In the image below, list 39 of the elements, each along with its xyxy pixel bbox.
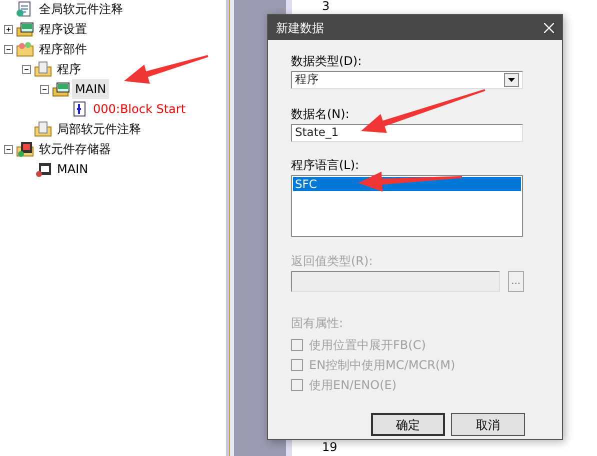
tree-item[interactable]: 局部软元件注释 xyxy=(54,119,144,139)
chip-icon xyxy=(34,161,52,177)
list-box[interactable]: SFC xyxy=(291,175,523,237)
field-label: 数据名(N): xyxy=(291,107,350,121)
folder-icon xyxy=(34,121,52,137)
line-number: 3 xyxy=(322,0,330,13)
checkbox-label: 使用位置中展开FB(C) xyxy=(309,338,426,352)
folder-icon xyxy=(16,41,34,57)
collapse-icon[interactable] xyxy=(4,144,13,154)
field-label: 数据类型(D): xyxy=(291,54,362,68)
collapse-icon[interactable] xyxy=(22,64,31,74)
tree-item[interactable]: 程序部件 xyxy=(36,39,90,59)
tree-item[interactable]: 全局软元件注释 xyxy=(36,0,126,19)
tree-item[interactable]: 软元件存储器 xyxy=(36,139,114,159)
field-label: 程序语言(L): xyxy=(291,158,360,172)
checkbox-label: EN控制中使用MC/MCR(M) xyxy=(309,358,456,372)
expand-icon[interactable] xyxy=(4,24,13,34)
input-field[interactable]: State_1 xyxy=(291,124,523,142)
folder-icon xyxy=(34,61,52,77)
close-icon[interactable] xyxy=(544,22,554,32)
tree-item[interactable]: MAIN xyxy=(54,159,92,179)
ok-button[interactable]: 确定 xyxy=(371,413,445,436)
cancel-button[interactable]: 取消 xyxy=(451,413,525,436)
collapse-icon[interactable] xyxy=(4,44,13,54)
field-label: 固有属性: xyxy=(291,316,344,330)
window-title: 新建数据 xyxy=(276,20,324,36)
collapse-icon[interactable] xyxy=(40,84,49,94)
field-label: 返回值类型(R): xyxy=(291,254,373,268)
chip-icon xyxy=(16,141,34,157)
monitor-icon xyxy=(16,21,34,37)
tree-item[interactable]: MAIN xyxy=(72,79,110,99)
tree-item[interactable]: 000:Block Start xyxy=(90,99,189,119)
monitor-icon xyxy=(52,81,70,97)
caret-icon xyxy=(508,78,515,82)
tree-item[interactable]: 程序设置 xyxy=(36,19,90,39)
checkbox-label: 使用EN/ENO(E) xyxy=(309,378,397,392)
dropdown-field[interactable]: 程序 xyxy=(291,71,523,89)
tree-item[interactable]: 程序 xyxy=(54,59,84,79)
line-number: 19 xyxy=(322,441,338,454)
